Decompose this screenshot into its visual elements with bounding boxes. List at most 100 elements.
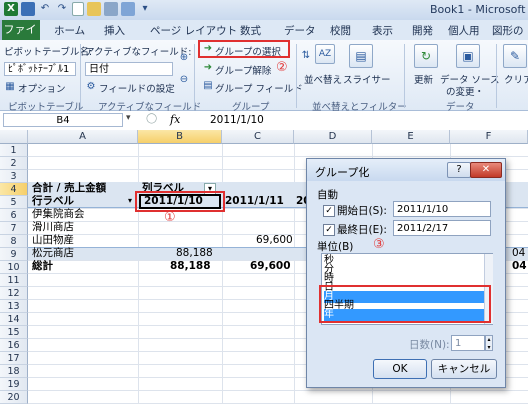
cell-f9[interactable]: 04 <box>512 260 527 273</box>
undo-icon[interactable]: ↶ <box>38 2 52 16</box>
cancel-button[interactable]: キャンセル <box>431 359 497 379</box>
collapse-field-icon[interactable]: ⊖ <box>178 74 190 86</box>
sort-icon[interactable]: AZ <box>315 44 335 64</box>
row-header[interactable]: 18 <box>0 365 28 378</box>
tab-view[interactable]: 表示 <box>372 23 393 38</box>
ungroup-icon: ➜ <box>203 62 213 73</box>
row-header[interactable]: 14 <box>0 313 28 326</box>
row-header[interactable]: 15 <box>0 326 28 339</box>
start-date-checkbox[interactable]: ✓ <box>323 205 335 217</box>
column-header-d[interactable]: D <box>294 130 372 144</box>
options-button[interactable]: オプション <box>18 81 66 95</box>
row-header[interactable]: 2 <box>0 157 28 170</box>
group-field-button[interactable]: グループ フィールド <box>215 81 303 95</box>
ungroup-button[interactable]: グループ解除 <box>215 63 271 77</box>
auto-label: 自動 <box>317 189 338 201</box>
help-button[interactable]: ? <box>447 162 471 178</box>
tab-personal[interactable]: 個人用 <box>448 23 480 38</box>
annotation-2: ② <box>276 60 288 75</box>
row-header[interactable]: 9 <box>0 248 28 261</box>
cell-a3[interactable]: 合計 / 売上金額 <box>32 182 106 195</box>
row-header[interactable]: 4 <box>0 183 28 196</box>
insert-function-icon[interactable]: fx <box>170 113 180 126</box>
tab-file[interactable]: ファイル <box>0 20 40 56</box>
slicer-button[interactable]: スライサー <box>343 72 391 86</box>
cell-a7[interactable]: 山田物産 <box>32 234 74 247</box>
row-header[interactable]: 8 <box>0 235 28 248</box>
cell-a9[interactable]: 総計 <box>32 260 53 273</box>
datasource-button-line2[interactable]: の変更・ <box>446 84 484 98</box>
tab-shapes[interactable]: 図形の <box>492 23 524 38</box>
pivot-name-field[interactable]: ﾋﾟﾎﾞｯﾄﾃｰﾌﾞﾙ1 <box>4 62 76 76</box>
column-header-c[interactable]: C <box>222 130 294 144</box>
cell-b9[interactable]: 88,188 <box>170 260 211 273</box>
more-icon[interactable]: ▾ <box>138 2 152 16</box>
column-header-b[interactable]: B <box>138 130 222 144</box>
select-all-corner[interactable] <box>0 130 28 144</box>
ok-button[interactable]: OK <box>373 359 427 379</box>
cell-b8[interactable]: 88,188 <box>176 247 213 260</box>
active-field-input[interactable]: 日付 <box>85 62 173 76</box>
row-filter-dropdown-icon[interactable]: ▾ <box>128 196 132 205</box>
row-header[interactable]: 10 <box>0 261 28 274</box>
tab-page-layout[interactable]: ページ レイアウト <box>150 23 237 38</box>
row-header[interactable]: 3 <box>0 170 28 183</box>
clear-button[interactable]: クリア <box>504 72 528 86</box>
column-header-f[interactable]: F <box>450 130 528 144</box>
row-header[interactable]: 5 <box>0 196 28 209</box>
dialog-title-bar[interactable]: グループ化 ? ✕ <box>307 159 505 181</box>
close-button[interactable]: ✕ <box>470 162 502 178</box>
row-header[interactable]: 19 <box>0 378 28 391</box>
name-box-dropdown-icon[interactable]: ▾ <box>126 113 131 123</box>
days-input[interactable]: 1 <box>451 335 485 351</box>
tab-review[interactable]: 校閲 <box>330 23 351 38</box>
tab-active-background <box>0 20 2 42</box>
group-divider <box>496 44 497 108</box>
days-spinner-icon[interactable]: ▴ ▾ <box>485 335 493 351</box>
column-header-a[interactable]: A <box>28 130 138 144</box>
row-header[interactable]: 17 <box>0 352 28 365</box>
row-header[interactable]: 12 <box>0 287 28 300</box>
excel-logo-icon[interactable]: X <box>4 2 18 16</box>
sort-button[interactable]: 並べ替え <box>304 72 342 86</box>
start-date-label: 開始日(S): <box>337 205 387 217</box>
new-icon[interactable] <box>72 2 84 16</box>
field-settings-icon: ⚙ <box>86 81 96 92</box>
tab-data[interactable]: データ <box>284 23 316 38</box>
cell-f8[interactable]: 04 <box>512 247 525 260</box>
column-header-e[interactable]: E <box>372 130 450 144</box>
row-header[interactable]: 6 <box>0 209 28 222</box>
cell-c4[interactable]: 2011/1/11 <box>225 195 284 208</box>
row-header[interactable]: 7 <box>0 222 28 235</box>
redo-icon[interactable]: ↷ <box>55 2 69 16</box>
cell-a6[interactable]: 滑川商店 <box>32 221 74 234</box>
cell-a5[interactable]: 伊集院商会 <box>32 208 85 221</box>
cell-c9[interactable]: 69,600 <box>250 260 291 273</box>
cell-a4[interactable]: 行ラベル <box>32 195 74 208</box>
row-header[interactable]: 13 <box>0 300 28 313</box>
name-box[interactable]: B4 <box>3 113 123 127</box>
row-header[interactable]: 20 <box>0 391 28 404</box>
save-icon[interactable] <box>21 2 35 16</box>
row-header[interactable]: 16 <box>0 339 28 352</box>
tab-insert[interactable]: 挿入 <box>104 23 125 38</box>
end-date-input[interactable]: 2011/2/17 <box>393 220 491 236</box>
formula-input[interactable]: 2011/1/10 <box>210 114 264 126</box>
expand-field-icon[interactable]: ⊕ <box>178 52 190 64</box>
end-date-checkbox[interactable]: ✓ <box>323 224 335 236</box>
start-date-input[interactable]: 2011/1/10 <box>393 201 491 217</box>
unit-label: 単位(B) <box>317 241 354 253</box>
cell-a8[interactable]: 松元商店 <box>32 247 74 260</box>
chart-icon[interactable] <box>121 2 135 16</box>
row-header[interactable]: 1 <box>0 144 28 157</box>
print-icon[interactable] <box>104 2 118 16</box>
sort-az-icon[interactable]: ⇅ <box>300 50 312 62</box>
tab-formulas[interactable]: 数式 <box>240 23 261 38</box>
cell-c7[interactable]: 69,600 <box>256 234 293 247</box>
refresh-button[interactable]: 更新 <box>414 72 433 86</box>
tab-home[interactable]: ホーム <box>54 23 85 38</box>
row-header[interactable]: 11 <box>0 274 28 287</box>
tab-developer[interactable]: 開発 <box>412 23 433 38</box>
open-icon[interactable] <box>87 2 101 16</box>
field-settings-button[interactable]: フィールドの設定 <box>99 81 175 95</box>
